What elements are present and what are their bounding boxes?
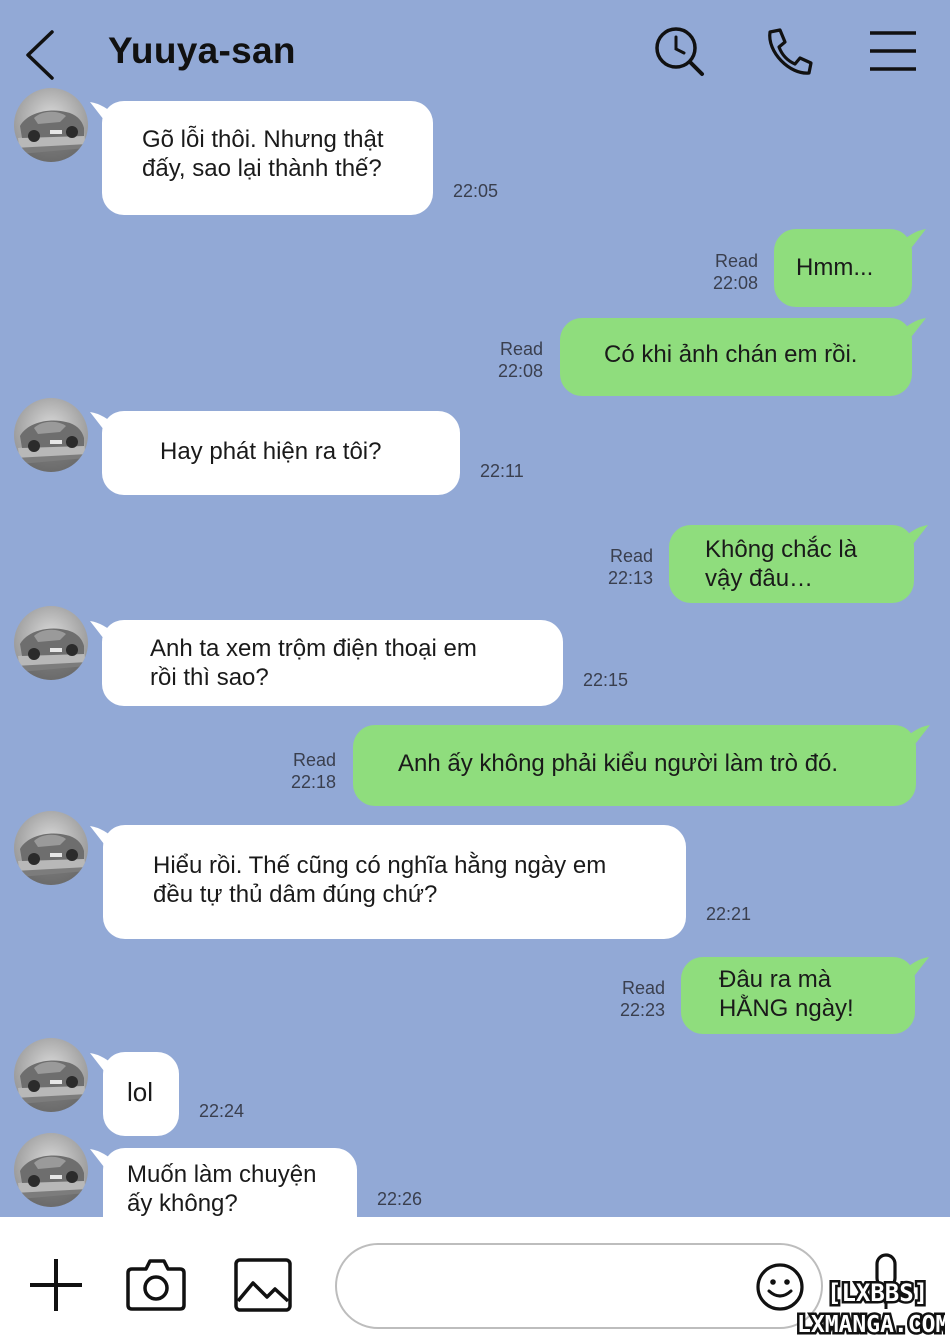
message-bubble[interactable]: Đâu ra mà HẰNG ngày! bbox=[681, 957, 915, 1034]
message-text: Gõ lỗi thôi. Nhưng thật đấy, sao lại thà… bbox=[142, 126, 384, 182]
avatar-car-photo bbox=[14, 811, 88, 885]
message-meta: Read 22:08 bbox=[485, 338, 543, 382]
message-time: 22:05 bbox=[453, 181, 499, 201]
avatar-car-photo bbox=[14, 1133, 88, 1207]
read-status: Read bbox=[621, 978, 665, 998]
avatar-car-photo bbox=[14, 398, 88, 472]
message-bubble[interactable]: Có khi ảnh chán em rồi. bbox=[560, 318, 912, 396]
message-text: Có khi ảnh chán em rồi. bbox=[604, 341, 858, 368]
message-time: 22:18 bbox=[290, 772, 336, 792]
call-button[interactable] bbox=[760, 24, 816, 80]
search-clock-icon bbox=[655, 27, 704, 76]
svg-text:LXMANGA.COM: LXMANGA.COM bbox=[797, 1312, 945, 1338]
chat-header: Yuuya-san bbox=[0, 0, 950, 100]
bubble-tail bbox=[898, 318, 926, 336]
message-text: Anh ta xem trộm điện thoại em rồi thì sa… bbox=[150, 635, 477, 691]
avatar-car-photo bbox=[14, 1038, 88, 1112]
bubble-tail bbox=[898, 229, 926, 247]
message-bubble[interactable]: Hmm... bbox=[774, 229, 912, 307]
camera-icon bbox=[126, 1259, 186, 1311]
avatar-car-photo bbox=[14, 606, 88, 680]
read-status: Read bbox=[292, 750, 336, 770]
bubble-tail bbox=[900, 525, 928, 543]
bubble-tail bbox=[902, 725, 930, 743]
message-text: Anh ấy không phải kiểu người làm trò đó. bbox=[398, 750, 839, 777]
add-button[interactable] bbox=[28, 1257, 84, 1318]
message-meta: Read 22:08 bbox=[700, 250, 758, 294]
search-button[interactable] bbox=[652, 24, 708, 80]
message-meta: Read 22:13 bbox=[595, 545, 653, 589]
watermark: [LXBBS] LXMANGA.COM bbox=[795, 1274, 950, 1341]
message-time: 22:08 bbox=[712, 273, 758, 293]
message-time: 22:13 bbox=[607, 568, 653, 588]
message-time: 22:08 bbox=[497, 361, 543, 381]
menu-button[interactable] bbox=[866, 24, 922, 80]
message-bubble[interactable]: Anh ta xem trộm điện thoại em rồi thì sa… bbox=[102, 620, 563, 706]
avatar[interactable] bbox=[14, 811, 88, 885]
message-composer: [LXBBS] LXMANGA.COM bbox=[0, 1217, 950, 1343]
read-status: Read bbox=[609, 546, 653, 566]
message-time: 22:23 bbox=[619, 1000, 665, 1020]
message-time: 22:11 bbox=[480, 461, 524, 481]
message-bubble[interactable]: Gõ lỗi thôi. Nhưng thật đấy, sao lại thà… bbox=[102, 101, 433, 215]
read-status: Read bbox=[714, 251, 758, 271]
message-text: lol bbox=[127, 1077, 154, 1107]
message-text: Không chắc là vậy đâu… bbox=[705, 536, 858, 592]
plus-icon bbox=[30, 1259, 82, 1311]
message-text: Muốn làm chuyện ấy không? bbox=[127, 1161, 317, 1217]
avatar-car-photo bbox=[14, 88, 88, 162]
message-time: 22:26 bbox=[377, 1189, 423, 1209]
menu-icon bbox=[870, 31, 916, 71]
bubble-tail bbox=[901, 957, 929, 975]
message-bubble[interactable]: Không chắc là vậy đâu… bbox=[669, 525, 914, 603]
phone-icon bbox=[768, 28, 813, 75]
message-text: Hay phát hiện ra tôi? bbox=[160, 438, 382, 465]
message-bubble[interactable]: Anh ấy không phải kiểu người làm trò đó. bbox=[353, 725, 916, 806]
message-bubble[interactable]: lol bbox=[103, 1052, 179, 1136]
message-time: 22:15 bbox=[583, 670, 629, 690]
camera-button[interactable] bbox=[126, 1257, 186, 1318]
chat-title: Yuuya-san bbox=[108, 30, 296, 71]
avatar[interactable] bbox=[14, 606, 88, 680]
avatar[interactable] bbox=[14, 1133, 88, 1207]
message-text: Hiểu rồi. Thế cũng có nghĩa hằng ngày em… bbox=[153, 852, 607, 908]
message-meta: Read 22:23 bbox=[607, 977, 665, 1021]
message-input[interactable] bbox=[335, 1243, 823, 1329]
message-text: Hmm... bbox=[796, 254, 874, 281]
message-text: Đâu ra mà HẰNG ngày! bbox=[719, 966, 854, 1022]
image-icon bbox=[234, 1258, 292, 1312]
message-time: 22:21 bbox=[706, 904, 752, 924]
svg-text:[LXBBS]: [LXBBS] bbox=[827, 1279, 928, 1307]
message-bubble[interactable]: Hiểu rồi. Thế cũng có nghĩa hằng ngày em… bbox=[103, 825, 686, 939]
avatar[interactable] bbox=[14, 398, 88, 472]
chevron-left-icon bbox=[26, 30, 54, 80]
message-time: 22:24 bbox=[199, 1101, 245, 1121]
avatar[interactable] bbox=[14, 1038, 88, 1112]
read-status: Read bbox=[499, 339, 543, 359]
message-meta: Read 22:18 bbox=[278, 749, 336, 793]
avatar[interactable] bbox=[14, 88, 88, 162]
gallery-button[interactable] bbox=[233, 1257, 293, 1318]
message-bubble[interactable]: Hay phát hiện ra tôi? bbox=[102, 411, 460, 495]
back-button[interactable] bbox=[20, 28, 64, 82]
